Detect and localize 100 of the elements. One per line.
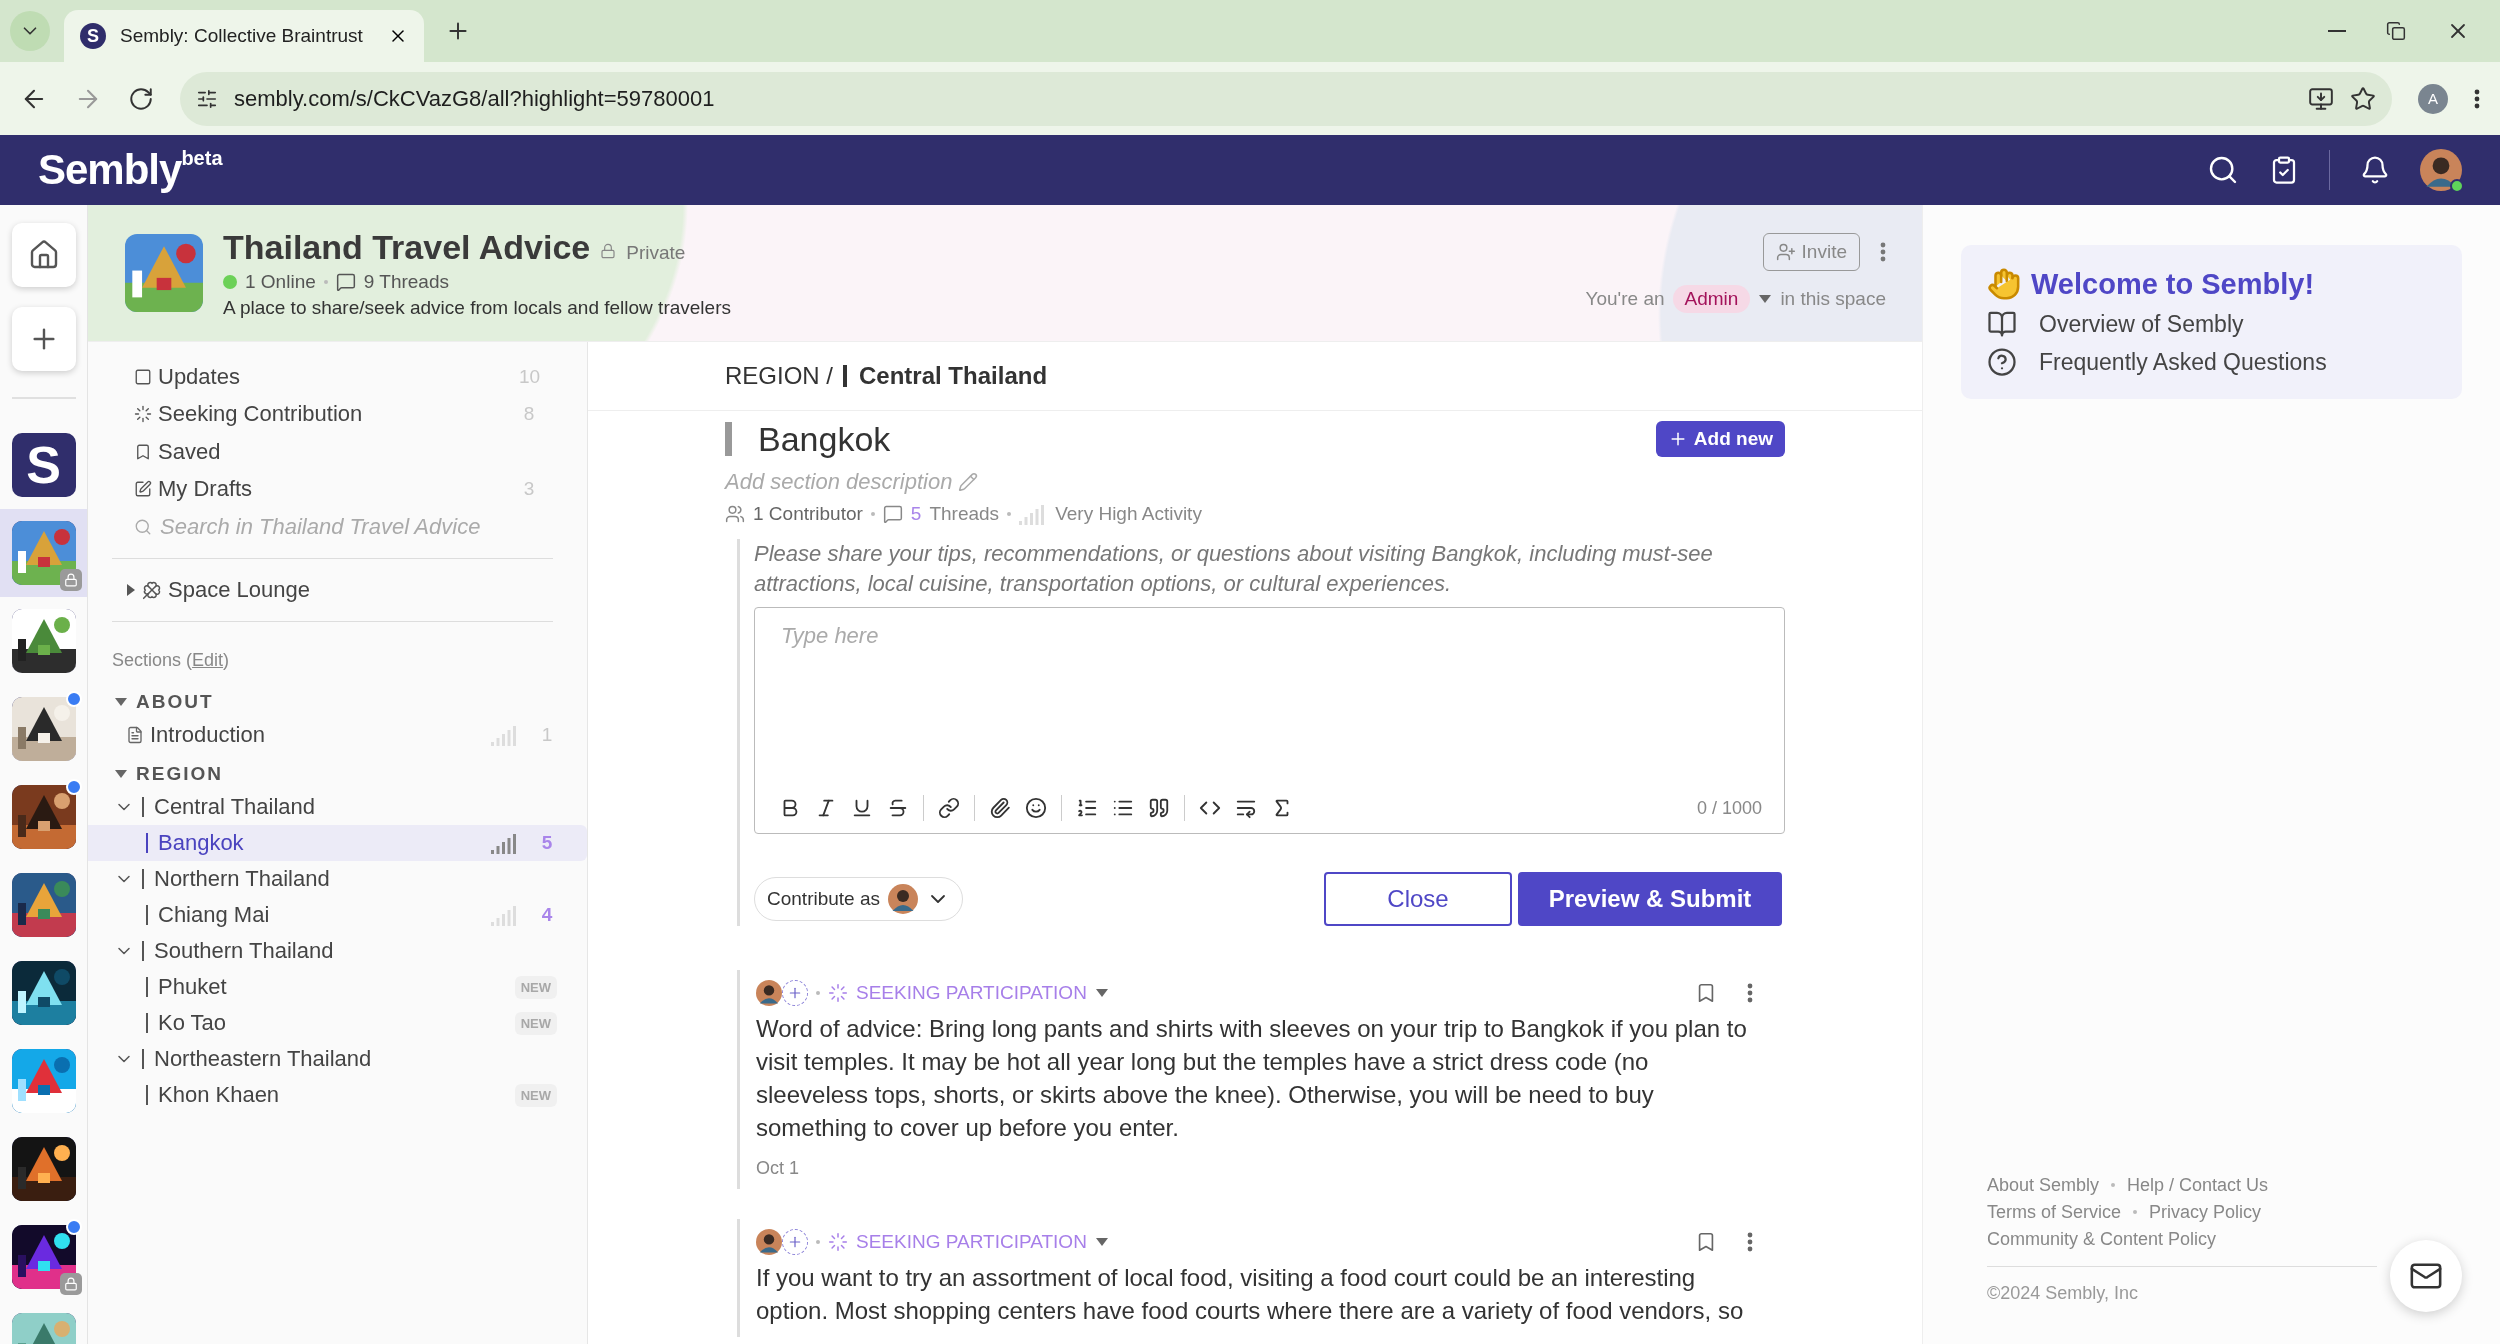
search-field[interactable]: Search in Thailand Travel Advice	[158, 512, 539, 541]
message-icon	[335, 271, 356, 292]
selected-row[interactable]: Bangkok 5	[88, 825, 587, 861]
book-icon	[1987, 309, 2017, 339]
tab-title: Sembly: Collective Braintrust	[120, 25, 364, 47]
threads-label: Threads	[929, 503, 1000, 525]
square-icon	[134, 367, 152, 386]
add-new-button[interactable]: Add new	[1655, 421, 1785, 457]
space-tile[interactable]	[11, 961, 76, 1025]
new-badge: NEW	[514, 1083, 557, 1107]
welcome-title: Welcome to Sembly!	[2031, 267, 2315, 301]
space-tile[interactable]	[11, 697, 76, 761]
caret-icon	[1758, 294, 1773, 304]
loader-icon	[828, 983, 848, 1003]
nav-link[interactable]: My Drafts	[134, 476, 519, 503]
bookmark-icon	[134, 442, 152, 461]
breadcrumb-current: Central Thailand	[843, 365, 1048, 387]
minimize-icon	[2328, 30, 2346, 32]
loader-icon	[134, 405, 152, 424]
avatar	[2420, 149, 2462, 191]
ordered-list-button[interactable]	[1076, 797, 1098, 819]
activity-icon	[491, 904, 519, 926]
section-link[interactable]: Introduction	[150, 722, 491, 748]
section-link[interactable]: Northeastern Thailand	[142, 1049, 557, 1069]
add-contributor-button[interactable]	[782, 980, 808, 1006]
footer-link[interactable]: About Sembly	[1987, 1174, 2100, 1196]
avatar	[888, 884, 918, 914]
space-tile[interactable]	[11, 1225, 76, 1289]
plus-icon	[787, 1234, 803, 1250]
attach-button[interactable]	[989, 797, 1011, 819]
pen-square-icon	[134, 480, 152, 499]
space-tile[interactable]	[11, 873, 76, 937]
footer-link[interactable]: Help / Contact Us	[2127, 1174, 2269, 1196]
reload-icon	[128, 85, 154, 112]
space-tile[interactable]	[11, 1049, 76, 1113]
help-link[interactable]: Frequently Asked Questions	[1987, 347, 2436, 377]
message-button[interactable]	[2390, 1240, 2462, 1312]
help-link[interactable]: Overview of Sembly	[1987, 309, 2436, 339]
nav-link[interactable]: Seeking Contribution	[134, 401, 519, 428]
question-icon	[1987, 347, 2017, 377]
prompt-text: Please share your tips, recommendations, or questions about visiting Bangkok, including must-see attractions, local cuisine, transportation options, or cultural experiences.	[754, 540, 1714, 598]
link-button[interactable]	[938, 797, 960, 819]
role-badge[interactable]: Admin	[1672, 285, 1751, 313]
quote-button[interactable]	[1148, 797, 1170, 819]
browser-tab[interactable]: S Sembly: Collective Braintrust	[64, 10, 424, 62]
bell-icon	[2360, 155, 2390, 185]
role-suffix: in this space	[1780, 288, 1886, 310]
space-tile[interactable]	[11, 609, 76, 673]
add-contributor-button[interactable]	[782, 1229, 808, 1255]
site-settings-icon	[196, 87, 218, 110]
nav-link[interactable]: Updates	[134, 363, 519, 390]
profile-button[interactable]: A	[2418, 83, 2448, 114]
thread-count: 4	[540, 904, 554, 926]
caret-icon	[1094, 1237, 1109, 1247]
favicon: S	[80, 23, 106, 49]
avatar	[756, 980, 782, 1006]
space-tile[interactable]	[11, 1137, 76, 1201]
star-icon	[2350, 85, 2376, 112]
footer-link[interactable]: Privacy Policy	[2149, 1201, 2262, 1223]
message-icon	[882, 504, 903, 524]
waving-hand-icon	[1987, 267, 2021, 301]
space-description: A place to share/seek advice from locals and fellow travelers	[223, 296, 732, 319]
submit-button[interactable]: Preview & Submit	[1518, 872, 1782, 926]
breadcrumb-link[interactable]: REGION /	[725, 362, 833, 390]
section-link[interactable]: Northern Thailand	[142, 869, 557, 889]
underline-button[interactable]	[851, 797, 873, 819]
online-dot	[223, 274, 237, 289]
caret-icon	[1094, 988, 1109, 998]
pencil-icon	[958, 472, 979, 492]
space-tile[interactable]: S	[11, 433, 76, 497]
contributor-count: 1 Contributor	[753, 503, 863, 525]
logo[interactable]: Sembly	[38, 146, 182, 194]
space-title: Thailand Travel Advice	[223, 227, 591, 267]
activity-icon	[491, 724, 519, 746]
emoji-button[interactable]	[1025, 797, 1047, 819]
beta-label: beta	[181, 147, 223, 169]
new-badge: NEW	[514, 975, 557, 999]
more-icon	[2474, 88, 2480, 109]
home-button[interactable]	[11, 223, 76, 287]
section-link[interactable]: Southern Thailand	[142, 941, 557, 961]
activity-label: Very High Activity	[1055, 503, 1202, 525]
lounge-link[interactable]: Space Lounge	[126, 576, 539, 603]
user-plus-icon	[1775, 242, 1796, 262]
footer-link[interactable]: Community & Content Policy	[1987, 1228, 2217, 1250]
role-prefix: You're an	[1585, 288, 1665, 310]
document-icon	[126, 726, 144, 744]
users-icon	[725, 504, 745, 524]
space-tile[interactable]	[11, 521, 76, 585]
close-button[interactable]: Close	[1324, 872, 1512, 926]
contribute-as-button[interactable]: Contribute as	[754, 877, 963, 921]
section-group-toggle[interactable]: ABOUT	[88, 681, 214, 717]
thread-count: 5	[540, 832, 554, 854]
sections-heading: Sections (Edit)	[111, 649, 231, 672]
address-bar[interactable]: sembly.com/s/CkCVazG8/all?highlight=59780001	[180, 71, 2392, 126]
section-link[interactable]: Central Thailand	[142, 797, 557, 817]
search-icon	[134, 517, 152, 536]
strikethrough-button[interactable]	[887, 797, 909, 819]
section-group-toggle[interactable]: REGION	[88, 753, 223, 789]
space-tile[interactable]	[11, 785, 76, 849]
nav-link[interactable]: Saved	[134, 438, 539, 465]
